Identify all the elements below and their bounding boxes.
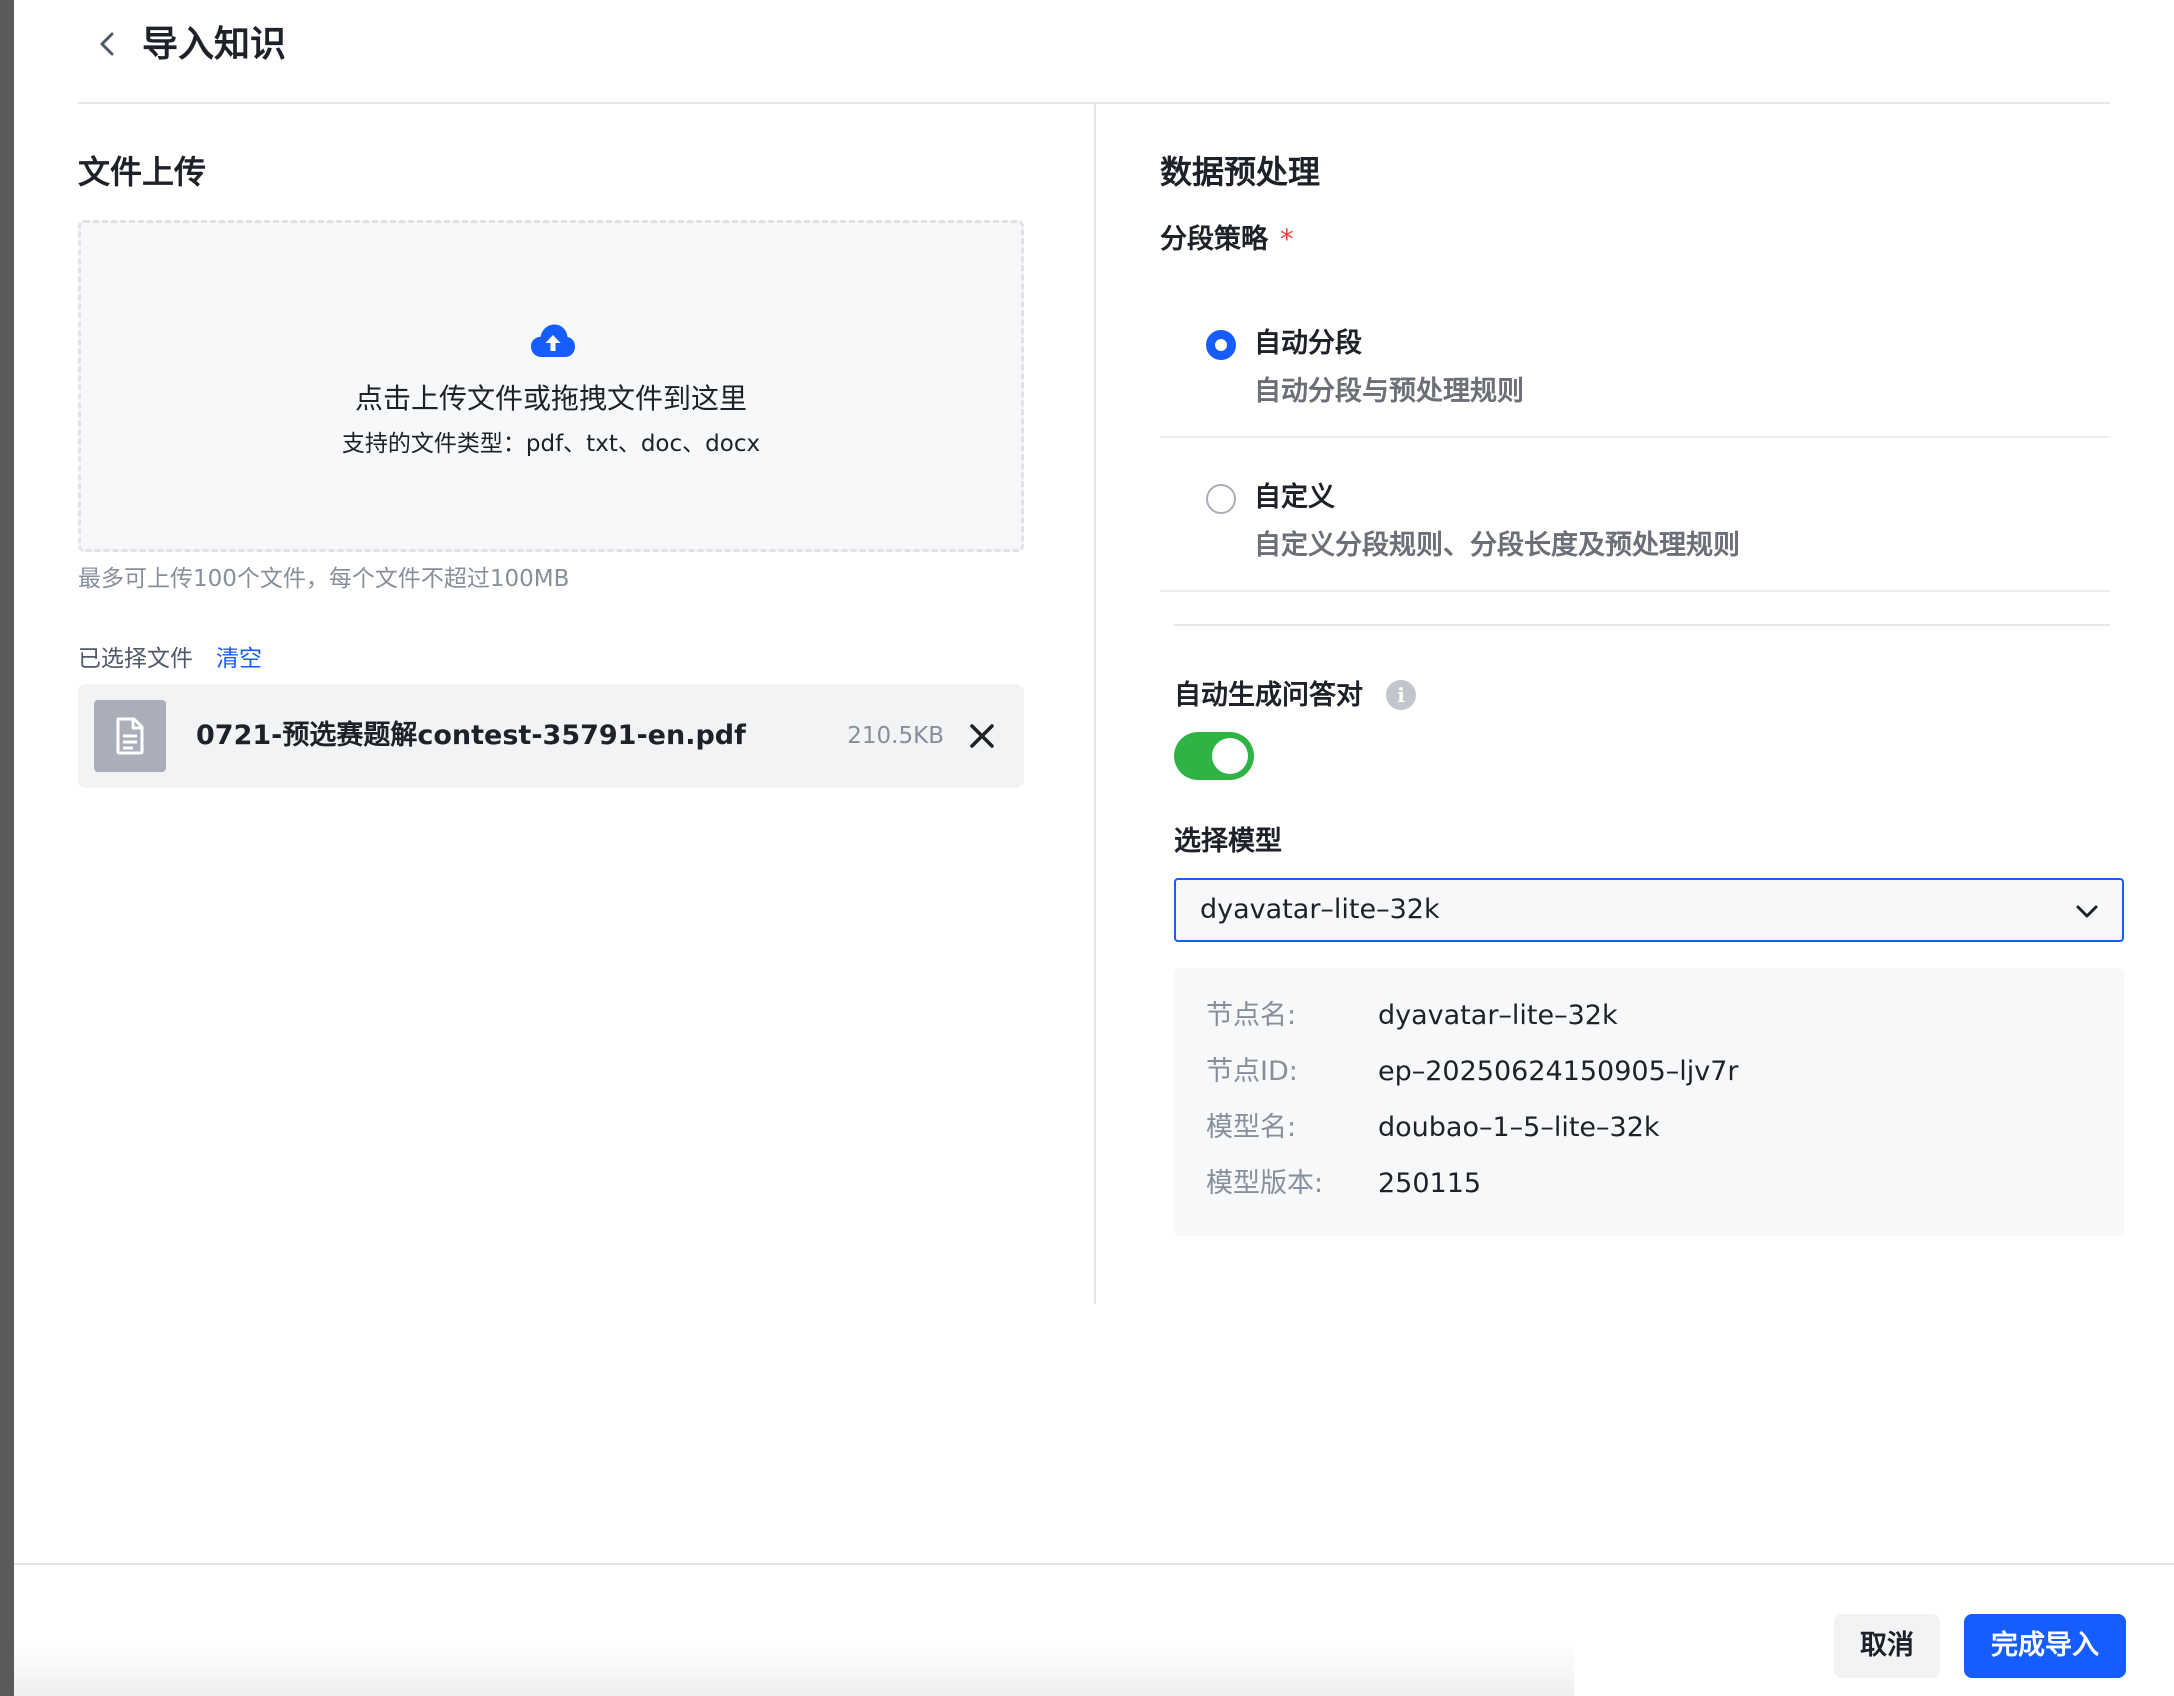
radio-auto-desc: 自动分段与预处理规则 <box>1254 376 1524 407</box>
model-label: 选择模型 <box>1174 826 1282 857</box>
info-value: ep–20250624150905–ljv7r <box>1378 1056 1739 1087</box>
radio-auto-segment[interactable]: 自动分段 自动分段与预处理规则 <box>1160 316 2110 438</box>
radio-checked-icon[interactable] <box>1206 330 1236 360</box>
chevron-left-icon[interactable] <box>92 28 124 60</box>
upload-file-types: 支持的文件类型：pdf、txt、doc、docx <box>341 431 761 457</box>
radio-auto-title: 自动分段 <box>1254 328 1362 359</box>
file-size: 210.5KB <box>847 723 944 749</box>
info-key: 节点ID: <box>1206 1056 1298 1087</box>
info-key: 模型名: <box>1206 1112 1297 1143</box>
footer-divider <box>14 1563 2174 1565</box>
preprocess-section-title: 数据预处理 <box>1160 153 1321 191</box>
info-icon[interactable]: i <box>1386 680 1416 710</box>
model-select[interactable]: dyavatar–lite–32k <box>1174 878 2124 942</box>
info-value: 250115 <box>1378 1168 1482 1199</box>
cancel-button[interactable]: 取消 <box>1834 1614 1940 1678</box>
complete-import-button[interactable]: 完成导入 <box>1964 1614 2126 1678</box>
info-key: 模型版本: <box>1206 1168 1324 1199</box>
info-value: doubao–1–5–lite–32k <box>1378 1112 1660 1143</box>
upload-section-title: 文件上传 <box>78 153 207 191</box>
strategy-label-text: 分段策略 <box>1160 224 1268 255</box>
auto-qa-label: 自动生成问答对 <box>1174 680 1363 711</box>
section-divider <box>1174 624 2110 626</box>
upload-limit-hint: 最多可上传100个文件，每个文件不超过100MB <box>78 566 570 592</box>
file-name: 0721-预选赛题解contest-35791-en.pdf <box>196 720 746 751</box>
radio-custom-desc: 自定义分段规则、分段长度及预处理规则 <box>1254 530 1740 561</box>
close-icon[interactable] <box>964 718 1000 754</box>
auto-qa-toggle[interactable] <box>1174 732 1254 780</box>
footer-shade <box>14 1640 1574 1696</box>
required-mark: * <box>1280 224 1294 255</box>
model-info-panel: 节点名: dyavatar–lite–32k 节点ID: ep–20250624… <box>1174 968 2124 1236</box>
info-key: 节点名: <box>1206 1000 1297 1031</box>
column-divider <box>1094 104 1096 1304</box>
strategy-label: 分段策略 * <box>1160 220 1294 260</box>
chevron-down-icon <box>2076 905 2098 918</box>
radio-custom-title: 自定义 <box>1254 482 1335 513</box>
clear-files-link[interactable]: 清空 <box>216 642 262 676</box>
import-knowledge-drawer: 导入知识 文件上传 点击上传文件或拖拽文件到这里 支持的文件类型：pdf、txt… <box>14 0 2174 1696</box>
info-value: dyavatar–lite–32k <box>1378 1000 1618 1031</box>
file-list-item: 0721-预选赛题解contest-35791-en.pdf 210.5KB <box>78 684 1024 788</box>
radio-unchecked-icon[interactable] <box>1206 484 1236 514</box>
cloud-upload-icon <box>531 324 575 357</box>
file-upload-dropzone[interactable]: 点击上传文件或拖拽文件到这里 支持的文件类型：pdf、txt、doc、docx <box>78 220 1024 552</box>
model-select-value: dyavatar–lite–32k <box>1200 894 1440 925</box>
page-title: 导入知识 <box>142 24 287 65</box>
selected-files-label: 已选择文件 <box>78 646 193 672</box>
document-icon <box>94 700 166 772</box>
upload-main-text: 点击上传文件或拖拽文件到这里 <box>354 382 747 415</box>
toggle-knob <box>1212 738 1248 774</box>
radio-custom-segment[interactable]: 自定义 自定义分段规则、分段长度及预处理规则 <box>1160 470 2110 592</box>
